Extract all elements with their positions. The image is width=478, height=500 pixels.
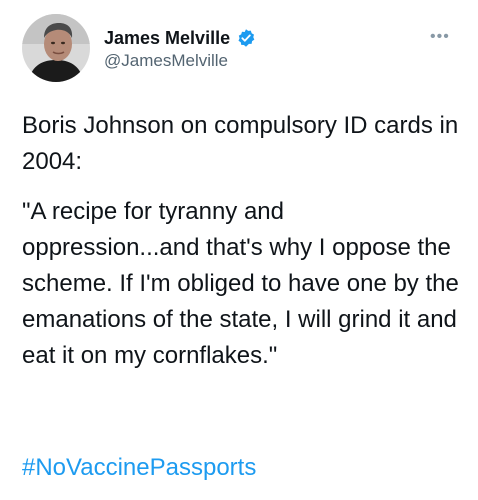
more-options-icon[interactable]: •••: [430, 29, 450, 45]
avatar[interactable]: [22, 14, 90, 82]
tweet-card: James Melville @JamesMelville ••• Boris …: [0, 0, 478, 500]
tweet-text: Boris Johnson on compulsory ID cards in …: [22, 108, 462, 374]
display-name[interactable]: James Melville: [104, 27, 230, 49]
tweet-paragraph: Boris Johnson on compulsory ID cards in …: [22, 112, 459, 175]
author-handle[interactable]: @JamesMelville: [104, 50, 228, 72]
author-name-row: James Melville: [104, 27, 256, 49]
tweet-paragraph: "A recipe for tyranny and oppression...a…: [22, 198, 459, 369]
hashtag-link[interactable]: #NoVaccinePassports: [22, 450, 256, 486]
avatar-photo-icon: [22, 14, 90, 82]
verified-badge-icon: [236, 28, 256, 48]
